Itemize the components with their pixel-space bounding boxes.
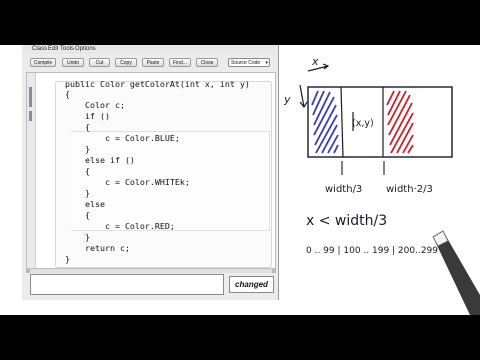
- scroll-left-icon[interactable]: [26, 269, 30, 273]
- breakpoint-marker: [29, 87, 32, 107]
- view-select-value: Source Code: [231, 60, 261, 66]
- condition-text: x < width/3: [306, 213, 387, 229]
- width-third-label: width/3: [325, 184, 362, 195]
- ranges-text: 0 .. 99 | 100 .. 199 | 200..299: [306, 246, 438, 256]
- menu-tools[interactable]: Tools: [60, 46, 74, 53]
- letterbox-top: [0, 0, 480, 45]
- code-line: }: [65, 188, 90, 198]
- status-badge: changed: [229, 276, 274, 293]
- x-axis-label: x: [311, 55, 319, 68]
- red-stripe: [386, 90, 414, 154]
- code-line: {: [65, 166, 90, 176]
- find-button[interactable]: Find...: [169, 58, 191, 67]
- code-line: else: [65, 199, 105, 209]
- third-divider-1: [340, 86, 344, 158]
- menu-edit[interactable]: Edit: [48, 46, 58, 53]
- video-frame: Class Edit Tools Options Compile Undo Cu…: [0, 0, 480, 360]
- horizontal-scrollbar[interactable]: [26, 269, 276, 273]
- code-editor[interactable]: public Color getColorAt(int x, int y) { …: [26, 72, 276, 269]
- menu-class[interactable]: Class: [32, 46, 47, 53]
- toolbar: Compile Undo Cut Copy Paste Find... Clos…: [22, 55, 278, 71]
- menu-options[interactable]: Options: [75, 46, 96, 53]
- center-point-label: (x,y): [352, 118, 374, 129]
- image-frame: [307, 86, 453, 158]
- code-line: Color c;: [65, 100, 125, 110]
- code-line: {: [65, 89, 70, 99]
- code-line: }: [65, 254, 70, 264]
- blue-stripe: [311, 90, 339, 154]
- paste-button[interactable]: Paste: [142, 58, 164, 67]
- line-gutter: [27, 73, 36, 268]
- code-line: if (): [65, 111, 110, 121]
- width-two-thirds-label: width·2/3: [386, 184, 433, 195]
- code-line: {: [65, 210, 90, 220]
- bluej-editor-window: Class Edit Tools Options Compile Undo Cu…: [22, 45, 279, 300]
- copy-button[interactable]: Copy: [115, 58, 137, 67]
- scroll-right-icon[interactable]: [272, 269, 276, 273]
- handwritten-sketch: x y (x,y) width/3 width·2/3 x < width/3 …: [283, 55, 480, 315]
- code-line: public Color getColorAt(int x, int y): [65, 79, 250, 89]
- menu-bar: Class Edit Tools Options: [22, 45, 278, 54]
- chevron-down-icon: ▾: [265, 60, 268, 66]
- letterbox-bottom: [0, 315, 480, 360]
- undo-button[interactable]: Undo: [62, 58, 84, 67]
- message-area: [30, 274, 224, 295]
- y-axis-label: y: [283, 93, 291, 106]
- code-line: return c;: [65, 243, 130, 253]
- cut-button[interactable]: Cut: [89, 58, 110, 67]
- code-line: }: [65, 232, 90, 242]
- code-line: c = Color.BLUE;: [65, 133, 180, 143]
- code-line: c = Color.RED;: [65, 221, 175, 231]
- compile-button[interactable]: Compile: [30, 58, 56, 67]
- code-line: {: [65, 122, 90, 132]
- code-line: else if (): [65, 155, 135, 165]
- view-select[interactable]: Source Code ▾: [228, 58, 270, 67]
- breakpoint-marker: [29, 111, 32, 121]
- code-line: c = Color.WHITEk;: [65, 177, 190, 187]
- code-line: }: [65, 144, 90, 154]
- close-button[interactable]: Close: [196, 58, 218, 67]
